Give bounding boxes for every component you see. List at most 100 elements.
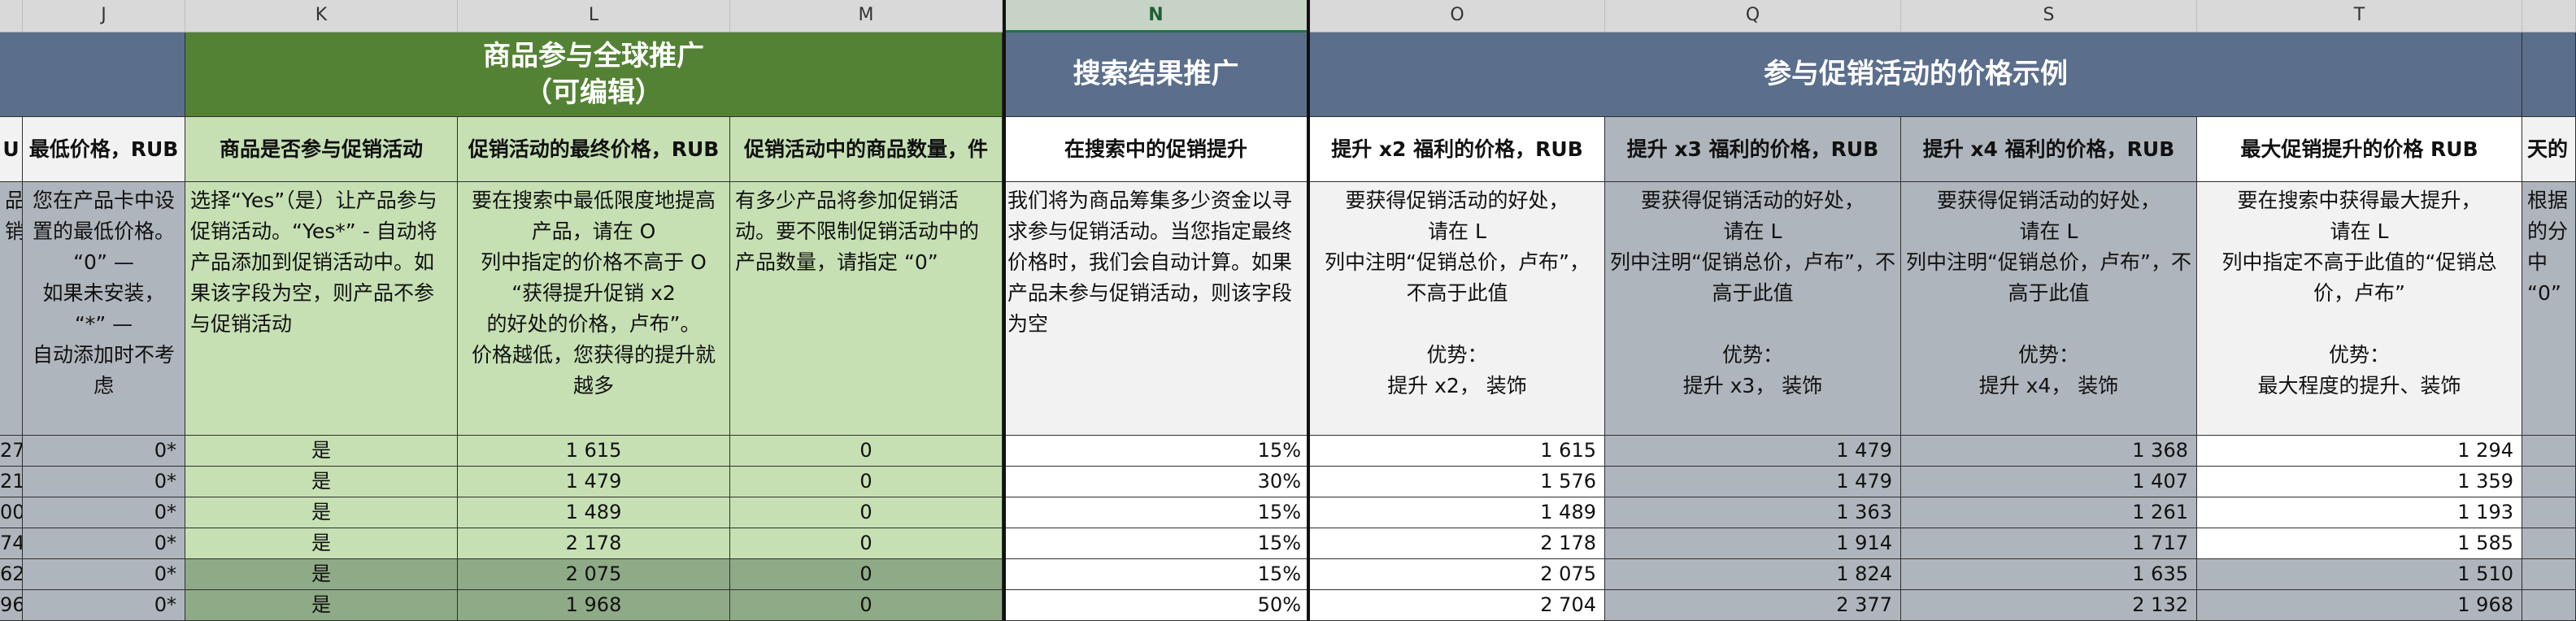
- header-participates[interactable]: 商品是否参与促销活动: [185, 117, 458, 182]
- cell-t[interactable]: 1 968: [2197, 590, 2522, 621]
- cell-j[interactable]: 0*: [23, 436, 185, 467]
- cell-m[interactable]: 0: [730, 467, 1003, 497]
- header-min-price[interactable]: 最低价格，RUB: [23, 117, 185, 182]
- column-header-n[interactable]: N: [1003, 0, 1310, 33]
- cell-partial[interactable]: 62: [0, 559, 23, 590]
- column-header-partial-right[interactable]: [2522, 0, 2576, 33]
- cell-s[interactable]: 1 717: [1901, 528, 2197, 559]
- desc-price-x3[interactable]: 要获得促销活动的好处， 请在 L 列中注明“促销总价，卢布”，不高于此值 优势：…: [1605, 182, 1901, 436]
- column-header-o[interactable]: O: [1310, 0, 1605, 33]
- cell-partial-right[interactable]: [2522, 436, 2576, 467]
- cell-k[interactable]: 是: [185, 497, 458, 528]
- header-search-boost[interactable]: 在搜索中的促销提升: [1003, 117, 1310, 182]
- cell-partial[interactable]: 27: [0, 436, 23, 467]
- header-final-price[interactable]: 促销活动的最终价格，RUB: [458, 117, 730, 182]
- cell-q[interactable]: 2 377: [1605, 590, 1901, 621]
- desc-participates[interactable]: 选择“Yes”（是）让产品参与促销活动。“Yes*” - 自动将产品添加到促销活…: [185, 182, 458, 436]
- header-price-x2[interactable]: 提升 x2 福利的价格，RUB: [1310, 117, 1605, 182]
- column-header-k[interactable]: K: [185, 0, 458, 33]
- cell-partial-right[interactable]: [2522, 590, 2576, 621]
- cell-partial-right[interactable]: [2522, 559, 2576, 590]
- band-left-empty[interactable]: [0, 33, 185, 117]
- cell-t[interactable]: 1 510: [2197, 559, 2522, 590]
- cell-l[interactable]: 1 489: [458, 497, 730, 528]
- cell-k[interactable]: 是: [185, 590, 458, 621]
- desc-price-x2[interactable]: 要获得促销活动的好处， 请在 L 列中注明“促销总价，卢布”，不高于此值 优势：…: [1310, 182, 1605, 436]
- column-header-q[interactable]: Q: [1605, 0, 1901, 33]
- cell-k[interactable]: 是: [185, 467, 458, 497]
- cell-s[interactable]: 1 635: [1901, 559, 2197, 590]
- cell-t[interactable]: 1 193: [2197, 497, 2522, 528]
- header-price-x3[interactable]: 提升 x3 福利的价格，RUB: [1605, 117, 1901, 182]
- column-header-s[interactable]: S: [1901, 0, 2197, 33]
- column-header-l[interactable]: L: [458, 0, 730, 33]
- cell-q[interactable]: 1 824: [1605, 559, 1901, 590]
- desc-price-x4[interactable]: 要获得促销活动的好处， 请在 L 列中注明“促销总价，卢布”，不高于此值 优势：…: [1901, 182, 2197, 436]
- cell-s[interactable]: 2 132: [1901, 590, 2197, 621]
- cell-partial[interactable]: 96: [0, 590, 23, 621]
- cell-m[interactable]: 0: [730, 559, 1003, 590]
- cell-q[interactable]: 1 479: [1605, 436, 1901, 467]
- header-quantity[interactable]: 促销活动中的商品数量，件: [730, 117, 1003, 182]
- cell-j[interactable]: 0*: [23, 528, 185, 559]
- header-price-x4[interactable]: 提升 x4 福利的价格，RUB: [1901, 117, 2197, 182]
- cell-partial-right[interactable]: [2522, 497, 2576, 528]
- cell-q[interactable]: 1 363: [1605, 497, 1901, 528]
- cell-j[interactable]: 0*: [23, 467, 185, 497]
- column-header-m[interactable]: M: [730, 0, 1003, 33]
- cell-q[interactable]: 1 914: [1605, 528, 1901, 559]
- header-partial[interactable]: U: [0, 117, 23, 182]
- cell-o[interactable]: 2 704: [1310, 590, 1605, 621]
- cell-l[interactable]: 1 479: [458, 467, 730, 497]
- cell-partial[interactable]: 74: [0, 528, 23, 559]
- cell-s[interactable]: 1 261: [1901, 497, 2197, 528]
- cell-n[interactable]: 30%: [1003, 467, 1310, 497]
- cell-partial[interactable]: 21: [0, 467, 23, 497]
- cell-partial[interactable]: 00: [0, 497, 23, 528]
- column-header-t[interactable]: T: [2197, 0, 2522, 33]
- cell-l[interactable]: 2 075: [458, 559, 730, 590]
- desc-min-price[interactable]: 您在产品卡中设置的最低价格。 “0” — 如果未安装， “*” — 自动添加时不…: [23, 182, 185, 436]
- band-global-promotion[interactable]: 商品参与全球推广 （可编辑）: [185, 33, 1003, 117]
- cell-n[interactable]: 15%: [1003, 528, 1310, 559]
- cell-n[interactable]: 15%: [1003, 559, 1310, 590]
- cell-partial-right[interactable]: [2522, 528, 2576, 559]
- cell-m[interactable]: 0: [730, 436, 1003, 467]
- cell-o[interactable]: 2 075: [1310, 559, 1605, 590]
- desc-partial[interactable]: 品 销: [0, 182, 23, 436]
- band-right-empty[interactable]: [2522, 33, 2576, 117]
- desc-quantity[interactable]: 有多少产品将参加促销活动。要不限制促销活动中的产品数量，请指定 “0”: [730, 182, 1003, 436]
- cell-t[interactable]: 1 359: [2197, 467, 2522, 497]
- cell-m[interactable]: 0: [730, 528, 1003, 559]
- cell-s[interactable]: 1 368: [1901, 436, 2197, 467]
- cell-s[interactable]: 1 407: [1901, 467, 2197, 497]
- cell-partial-right[interactable]: [2522, 467, 2576, 497]
- cell-j[interactable]: 0*: [23, 559, 185, 590]
- cell-t[interactable]: 1 585: [2197, 528, 2522, 559]
- cell-n[interactable]: 50%: [1003, 590, 1310, 621]
- cell-o[interactable]: 2 178: [1310, 528, 1605, 559]
- header-price-max[interactable]: 最大促销提升的价格 RUB: [2197, 117, 2522, 182]
- cell-o[interactable]: 1 489: [1310, 497, 1605, 528]
- cell-j[interactable]: 0*: [23, 497, 185, 528]
- column-header-partial[interactable]: [0, 0, 23, 33]
- desc-final-price[interactable]: 要在搜索中最低限度地提高产品，请在 O 列中指定的价格不高于 O “获得提升促销…: [458, 182, 730, 436]
- cell-n[interactable]: 15%: [1003, 497, 1310, 528]
- desc-partial-right[interactable]: 根据 的分 中 “0”: [2522, 182, 2576, 436]
- desc-price-max[interactable]: 要在搜索中获得最大提升， 请在 L 列中指定不高于此值的“促销总价，卢布” 优势…: [2197, 182, 2522, 436]
- cell-l[interactable]: 1 968: [458, 590, 730, 621]
- column-header-j[interactable]: J: [23, 0, 185, 33]
- cell-n[interactable]: 15%: [1003, 436, 1310, 467]
- cell-k[interactable]: 是: [185, 436, 458, 467]
- cell-o[interactable]: 1 576: [1310, 467, 1605, 497]
- band-search-promotion[interactable]: 搜索结果推广: [1003, 33, 1310, 117]
- cell-k[interactable]: 是: [185, 559, 458, 590]
- header-partial-right[interactable]: 天的: [2522, 117, 2576, 182]
- cell-l[interactable]: 2 178: [458, 528, 730, 559]
- cell-q[interactable]: 1 479: [1605, 467, 1901, 497]
- desc-search-boost[interactable]: 我们将为商品筹集多少资金以寻求参与促销活动。当您指定最终价格时，我们会自动计算。…: [1003, 182, 1310, 436]
- cell-t[interactable]: 1 294: [2197, 436, 2522, 467]
- cell-k[interactable]: 是: [185, 528, 458, 559]
- cell-l[interactable]: 1 615: [458, 436, 730, 467]
- band-price-examples[interactable]: 参与促销活动的价格示例: [1310, 33, 2522, 117]
